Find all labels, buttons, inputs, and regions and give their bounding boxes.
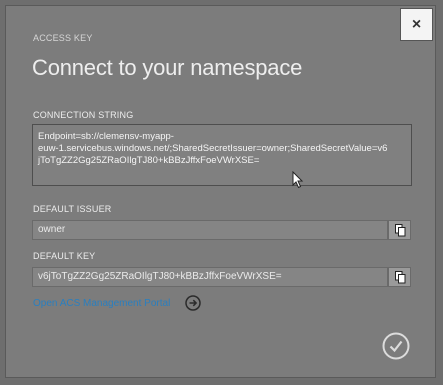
connection-string-line: Endpoint=sb://clemensv-myapp-	[38, 131, 174, 142]
default-issuer-field[interactable]: owner	[32, 220, 388, 240]
default-issuer-label: DEFAULT ISSUER	[33, 204, 112, 214]
copy-icon	[395, 271, 406, 284]
checkmark-circle-icon[interactable]	[382, 332, 410, 360]
mouse-cursor-icon	[292, 171, 304, 189]
connection-string-field[interactable]: Endpoint=sb://clemensv-myapp- euw-1.serv…	[32, 124, 412, 186]
close-icon: ×	[411, 16, 422, 33]
screenshot-frame: × ACCESS KEY Connect to your namespace C…	[0, 0, 443, 385]
dialog-header-label: ACCESS KEY	[33, 33, 93, 43]
access-key-dialog: × ACCESS KEY Connect to your namespace C…	[5, 5, 436, 378]
copy-icon	[395, 224, 406, 237]
connection-string-label: CONNECTION STRING	[33, 110, 134, 120]
default-key-label: DEFAULT KEY	[33, 251, 96, 261]
open-acs-portal-link[interactable]: Open ACS Management Portal	[33, 298, 170, 309]
connection-string-line: jToTgZZ2Gg25ZRaOIlgTJ80+kBBzJffxFoeVWrXS…	[38, 155, 260, 166]
dialog-title: Connect to your namespace	[32, 55, 303, 80]
default-key-field[interactable]: v6jToTgZZ2Gg25ZRaOIlgTJ80+kBBzJffxFoeVWr…	[32, 267, 388, 287]
connection-string-line: euw-1.servicebus.windows.net/;SharedSecr…	[38, 143, 388, 154]
arrow-right-circle-icon[interactable]	[185, 295, 201, 311]
copy-issuer-button[interactable]	[388, 220, 411, 240]
copy-key-button[interactable]	[388, 267, 411, 287]
close-button[interactable]: ×	[400, 8, 433, 41]
